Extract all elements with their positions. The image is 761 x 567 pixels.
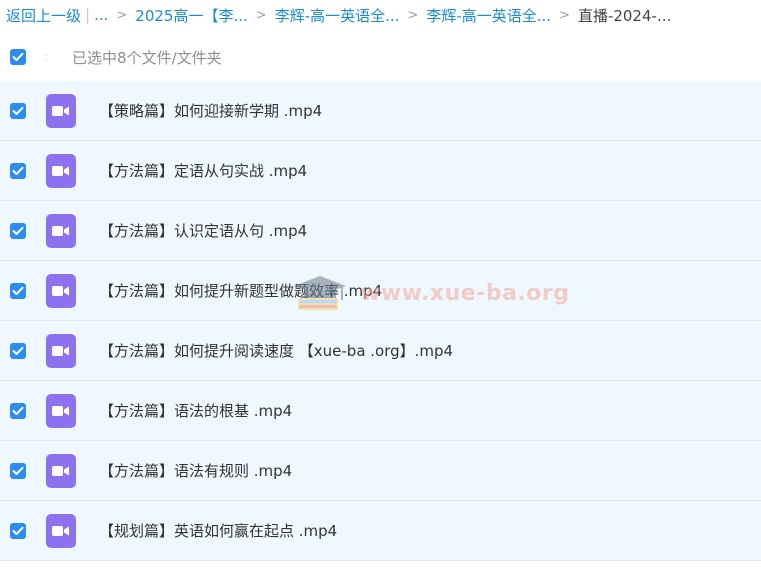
file-manager-page: 返回上一级 | ... > 2025高一【李... > 李辉-高一英语全... … <box>0 0 761 567</box>
file-row[interactable]: 【方法篇】认识定语从句 .mp4 <box>0 201 761 261</box>
file-checkbox[interactable] <box>10 402 26 419</box>
file-row[interactable]: 【策略篇】如何迎接新学期 .mp4 <box>0 81 761 141</box>
file-row[interactable]: 【方法篇】语法有规则 .mp4 <box>0 441 761 501</box>
check-icon <box>12 52 24 61</box>
breadcrumb-item[interactable]: 李辉-高一英语全... <box>426 5 551 26</box>
file-checkbox[interactable] <box>10 342 26 359</box>
file-name[interactable]: 【方法篇】认识定语从句 .mp4 <box>99 220 307 241</box>
breadcrumb-divider: | <box>85 6 91 24</box>
file-row[interactable]: 【规划篇】英语如何赢在起点 .mp4 <box>0 501 761 561</box>
check-icon <box>12 106 24 115</box>
file-name[interactable]: 【方法篇】如何提升阅读速度 【xue-ba .org】.mp4 <box>99 340 453 361</box>
file-row[interactable]: 【方法篇】定语从句实战 .mp4 <box>0 141 761 201</box>
check-icon <box>12 406 24 415</box>
file-name[interactable]: 【方法篇】语法有规则 .mp4 <box>99 460 292 481</box>
chevron-right-icon: > <box>407 7 419 23</box>
file-row[interactable]: 【方法篇】如何提升新题型做题效率 .mp4 <box>0 261 761 321</box>
file-name[interactable]: 【策略篇】如何迎接新学期 .mp4 <box>99 100 322 121</box>
chevron-right-icon: > <box>116 7 128 23</box>
breadcrumb-item[interactable]: 李辉-高一英语全... <box>275 5 400 26</box>
file-row[interactable]: 【方法篇】语法的根基 .mp4 <box>0 381 761 441</box>
check-icon <box>12 286 24 295</box>
back-link[interactable]: 返回上一级 <box>6 5 81 26</box>
file-checkbox[interactable] <box>10 522 26 539</box>
file-checkbox[interactable] <box>10 462 26 479</box>
file-name[interactable]: 【方法篇】定语从句实战 .mp4 <box>99 160 307 181</box>
file-checkbox[interactable] <box>10 282 26 299</box>
breadcrumb-ellipsis[interactable]: ... <box>94 6 108 24</box>
video-file-icon <box>46 273 76 308</box>
video-file-icon <box>46 153 76 188</box>
select-all-checkbox[interactable] <box>10 49 26 65</box>
file-checkbox[interactable] <box>10 222 26 239</box>
video-file-icon <box>46 393 76 428</box>
video-file-icon <box>46 93 76 128</box>
check-icon <box>12 166 24 175</box>
breadcrumb-current: 直播-2024-... <box>577 6 672 25</box>
file-checkbox[interactable] <box>10 162 26 179</box>
file-row[interactable]: 【方法篇】如何提升阅读速度 【xue-ba .org】.mp4 <box>0 321 761 381</box>
file-name[interactable]: 【方法篇】如何提升新题型做题效率 .mp4 <box>99 280 382 301</box>
breadcrumb: 返回上一级 | ... > 2025高一【李... > 李辉-高一英语全... … <box>0 0 761 30</box>
select-all-row: : 已选中8个文件/文件夹 <box>0 40 761 74</box>
video-file-icon <box>46 453 76 488</box>
check-icon <box>12 226 24 235</box>
file-checkbox[interactable] <box>10 102 26 119</box>
check-icon <box>12 346 24 355</box>
check-icon <box>12 526 24 535</box>
video-file-icon <box>46 513 76 548</box>
file-name[interactable]: 【方法篇】语法的根基 .mp4 <box>99 400 292 421</box>
video-file-icon <box>46 333 76 368</box>
video-file-icon <box>46 213 76 248</box>
selection-summary: 已选中8个文件/文件夹 <box>72 48 222 67</box>
chevron-right-icon: > <box>559 7 570 23</box>
chevron-right-icon: > <box>255 7 267 23</box>
file-name[interactable]: 【规划篇】英语如何赢在起点 .mp4 <box>99 520 337 541</box>
header-divider: : <box>44 50 49 64</box>
check-icon <box>12 466 24 475</box>
file-list: 【策略篇】如何迎接新学期 .mp4 【方法篇】定语从句实战 .mp4 【方法篇】… <box>0 81 761 561</box>
breadcrumb-item[interactable]: 2025高一【李... <box>135 5 247 26</box>
